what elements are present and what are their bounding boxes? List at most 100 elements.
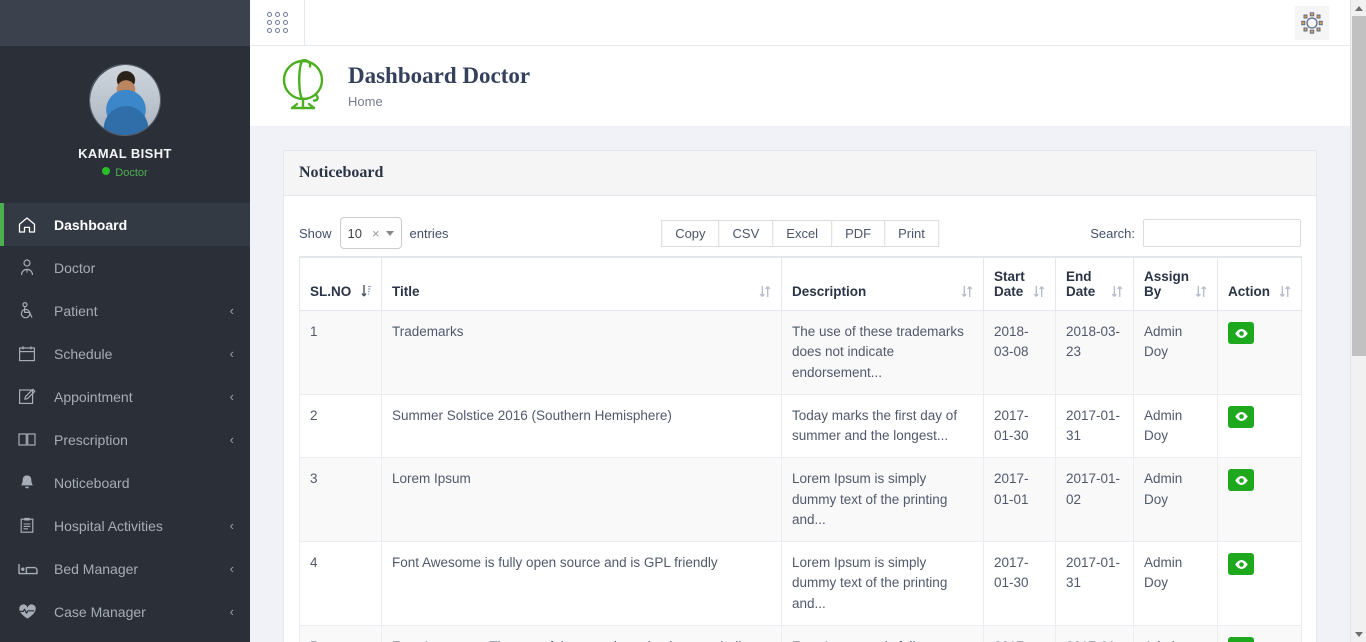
sort-asc-icon	[361, 284, 371, 298]
sidebar-header-strip	[0, 0, 250, 46]
sidebar-item-label: Bed Manager	[54, 560, 139, 577]
column-label: SL.NO	[310, 284, 352, 299]
cell-assign-by: Admin Doy	[1133, 541, 1218, 626]
cell-start-date: 2017-01-30	[983, 541, 1056, 626]
view-button[interactable]	[1228, 405, 1254, 428]
view-button[interactable]	[1228, 322, 1254, 344]
sidebar-item-label: Dashboard	[54, 216, 128, 233]
scroll-down-arrow-icon[interactable]	[1351, 626, 1366, 642]
bed-icon	[18, 560, 42, 578]
table-row[interactable]: 5 Font Awesome -The use of these tradema…	[299, 624, 1302, 642]
sidebar-item-bed-manager[interactable]: Bed Manager ‹	[0, 547, 250, 590]
page-header: Dashboard Doctor Home	[250, 46, 1350, 126]
chevron-down-icon	[385, 230, 394, 236]
grid-apps-icon[interactable]	[250, 0, 305, 45]
csv-button[interactable]: CSV	[718, 219, 773, 247]
table-header-row: SL.NO Title Description Start Date End D…	[299, 256, 1302, 311]
table-row[interactable]: 2 Summer Solstice 2016 (Southern Hemisph…	[299, 393, 1302, 459]
doctor-icon	[18, 259, 42, 277]
cell-description: Today marks the first day of summer and …	[781, 393, 984, 459]
table-row[interactable]: 1 Trademarks The use of these trademarks…	[299, 310, 1302, 395]
cell-end-date: 2018-03-23	[1055, 310, 1134, 395]
gear-icon[interactable]	[1295, 6, 1329, 40]
cell-assign-by: Admin Doy	[1133, 624, 1218, 642]
column-header-start-date[interactable]: Start Date	[983, 256, 1056, 311]
cell-action	[1217, 393, 1302, 459]
excel-button[interactable]: Excel	[772, 219, 832, 247]
sidebar-nav: Dashboard Doctor Patient ‹ Schedule ‹ Ap…	[0, 203, 250, 633]
page-scrollbar[interactable]	[1350, 0, 1366, 642]
home-icon	[18, 216, 42, 234]
cell-start-date: 2017-01-30	[983, 393, 1056, 459]
search-input[interactable]	[1143, 219, 1301, 247]
avatar-image	[90, 65, 160, 135]
table-row[interactable]: 3 Lorem Ipsum Lorem Ipsum is simply dumm…	[299, 457, 1302, 542]
book-icon	[18, 431, 42, 449]
profile-name: KAMAL BISHT	[78, 146, 172, 161]
sidebar-item-label: Schedule	[54, 345, 113, 362]
sidebar-item-label: Patient	[54, 302, 98, 319]
table-row[interactable]: 4 Font Awesome is fully open source and …	[299, 541, 1302, 626]
column-label: Description	[792, 284, 867, 299]
chevron-left-icon: ‹	[229, 518, 234, 533]
cell-action	[1217, 624, 1302, 642]
breadcrumb[interactable]: Home	[348, 94, 530, 109]
sort-icon	[1195, 285, 1207, 298]
wheelchair-icon	[18, 302, 42, 320]
sidebar-item-prescription[interactable]: Prescription ‹	[0, 418, 250, 461]
scroll-up-arrow-icon[interactable]	[1351, 0, 1366, 16]
column-label: Start Date	[994, 269, 1025, 299]
table-head: SL.NO Title Description Start Date End D…	[299, 256, 1302, 311]
sidebar-item-noticeboard[interactable]: Noticeboard	[0, 461, 250, 504]
chevron-left-icon: ‹	[229, 389, 234, 404]
chevron-left-icon: ‹	[229, 432, 234, 447]
sidebar-item-schedule[interactable]: Schedule ‹	[0, 332, 250, 375]
sidebar-item-case-manager[interactable]: Case Manager ‹	[0, 590, 250, 633]
show-label: Show	[299, 225, 332, 241]
page-title: Dashboard Doctor	[348, 62, 531, 88]
cell-end-date: 2017-01-31	[1055, 541, 1134, 626]
table-body: 1 Trademarks The use of these trademarks…	[299, 310, 1302, 642]
cell-start-date: 2017-01-01	[983, 457, 1056, 542]
heartbeat-icon	[18, 603, 42, 621]
sidebar-item-label: Hospital Activities	[54, 517, 163, 534]
cell-assign-by: Admin Doy	[1133, 393, 1218, 459]
sidebar-item-dashboard[interactable]: Dashboard	[0, 203, 250, 246]
view-button[interactable]	[1228, 469, 1254, 492]
column-header-slno[interactable]: SL.NO	[299, 256, 382, 311]
entries-label: entries	[409, 225, 449, 241]
clear-icon[interactable]: ×	[372, 226, 380, 241]
chevron-left-icon: ‹	[229, 346, 234, 361]
column-header-description[interactable]: Description	[781, 256, 984, 311]
clipboard-icon	[18, 517, 42, 535]
sidebar-item-hospital-activities[interactable]: Hospital Activities ‹	[0, 504, 250, 547]
view-button[interactable]	[1228, 553, 1254, 575]
sidebar-item-label: Noticeboard	[54, 474, 130, 491]
avatar[interactable]	[89, 64, 161, 136]
edit-icon	[18, 388, 42, 406]
sidebar-item-appointment[interactable]: Appointment ‹	[0, 375, 250, 418]
sidebar-item-doctor[interactable]: Doctor	[0, 246, 250, 289]
sidebar-item-patient[interactable]: Patient ‹	[0, 289, 250, 332]
scrollbar-thumb[interactable]	[1352, 16, 1366, 356]
content-area: Noticeboard Show 10 × entries Copy CSV E…	[250, 126, 1350, 642]
column-label: Assign By	[1144, 269, 1190, 299]
cell-slno: 3	[299, 457, 382, 542]
sidebar-profile: KAMAL BISHT Doctor	[0, 46, 250, 193]
column-header-assign-by[interactable]: Assign By	[1133, 256, 1218, 311]
copy-button[interactable]: Copy	[661, 219, 719, 247]
sidebar-item-label: Case Manager	[54, 603, 146, 620]
print-button[interactable]: Print	[884, 219, 939, 247]
sort-icon	[759, 285, 771, 298]
page-length-value: 10	[347, 225, 362, 241]
noticeboard-panel: Noticeboard Show 10 × entries Copy CSV E…	[283, 150, 1317, 642]
view-button[interactable]	[1228, 636, 1254, 642]
cell-description: Lorem Ipsum is simply dummy text of the …	[781, 541, 984, 626]
profile-role-label: Doctor	[115, 167, 148, 179]
chevron-left-icon: ‹	[229, 561, 234, 576]
pdf-button[interactable]: PDF	[831, 219, 885, 247]
page-length-select[interactable]: 10 ×	[339, 217, 402, 249]
column-header-action[interactable]: Action	[1217, 256, 1302, 311]
column-header-end-date[interactable]: End Date	[1055, 256, 1134, 311]
column-header-title[interactable]: Title	[381, 256, 782, 311]
